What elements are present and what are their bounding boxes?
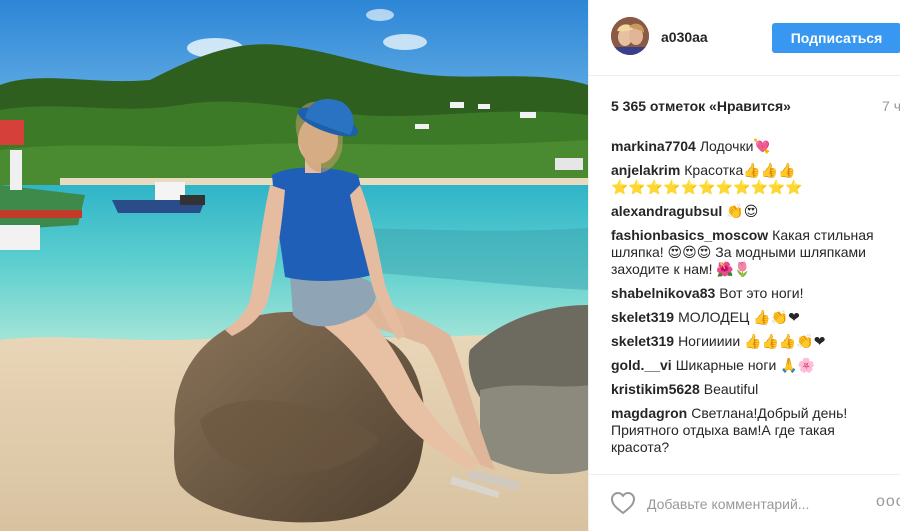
beach-photo-illustration — [0, 0, 588, 531]
comment-item: fashionbasics_moscow Какая стильная шляпк… — [611, 227, 893, 278]
comment-item: markina7704 Лодочки💘 — [611, 138, 893, 155]
post-photo[interactable] — [0, 0, 588, 531]
avatar-image — [611, 17, 649, 55]
comment-item: gold.__vi Шикарные ноги 🙏🌸 — [611, 357, 893, 374]
comment-text: Вот это ноги! — [719, 285, 804, 301]
post-time[interactable]: 7 ч — [882, 98, 900, 114]
comment-username[interactable]: markina7704 — [611, 138, 696, 154]
comment-text: Шикарные ноги 🙏🌸 — [675, 357, 816, 373]
comment-username[interactable]: anjelakrim — [611, 162, 680, 178]
comment-text: Лодочки💘 — [699, 138, 771, 154]
comment-text: 👏😍 — [726, 203, 759, 219]
comment-item: magdagron Светлана!Добрый день!Приятного … — [611, 405, 893, 456]
comment-item: shabelnikova83 Вот это ноги! — [611, 285, 893, 302]
more-options-icon[interactable]: ooo — [876, 493, 900, 511]
follow-button[interactable]: Подписаться — [772, 23, 900, 53]
comment-username[interactable]: alexandragubsul — [611, 203, 722, 219]
comment-item: skelet319 МОЛОДЕЦ 👍👏❤ — [611, 309, 893, 326]
comment-text: Beautiful — [703, 381, 759, 397]
comment-item: anjelakrim Красотка👍👍👍⭐⭐⭐⭐⭐⭐⭐⭐⭐⭐⭐ — [611, 162, 893, 196]
comments-list[interactable]: markina7704 Лодочки💘 anjelakrim Красотка👍👍… — [611, 138, 893, 464]
comment-username[interactable]: gold.__vi — [611, 357, 672, 373]
comment-text: МОЛОДЕЦ 👍👏❤ — [678, 309, 800, 325]
comment-username[interactable]: skelet319 — [611, 309, 674, 325]
comment-username[interactable]: fashionbasics_moscow — [611, 227, 768, 243]
comment-footer: ooo — [589, 474, 900, 531]
comment-item: skelet319 Ногиииии 👍👍👍👏❤ — [611, 333, 893, 350]
heart-outline-icon[interactable] — [610, 491, 636, 515]
post-side-panel: a030aa Подписаться 5 365 отметок «Нравит… — [588, 0, 900, 531]
comment-item: kristikim5628 Beautiful — [611, 381, 893, 398]
comment-item: alexandragubsul 👏😍 — [611, 203, 893, 220]
comment-username[interactable]: kristikim5628 — [611, 381, 700, 397]
comment-input[interactable] — [647, 494, 857, 514]
likes-count[interactable]: 5 365 отметок «Нравится» — [611, 98, 791, 114]
avatar[interactable] — [611, 17, 649, 55]
post-header: a030aa Подписаться — [589, 0, 900, 76]
comment-username[interactable]: skelet319 — [611, 333, 674, 349]
comment-text: Ногиииии 👍👍👍👏❤ — [678, 333, 826, 349]
post-username[interactable]: a030aa — [661, 29, 708, 45]
comment-username[interactable]: shabelnikova83 — [611, 285, 715, 301]
comment-username[interactable]: magdagron — [611, 405, 687, 421]
likes-row: 5 365 отметок «Нравится» 7 ч — [611, 98, 900, 118]
